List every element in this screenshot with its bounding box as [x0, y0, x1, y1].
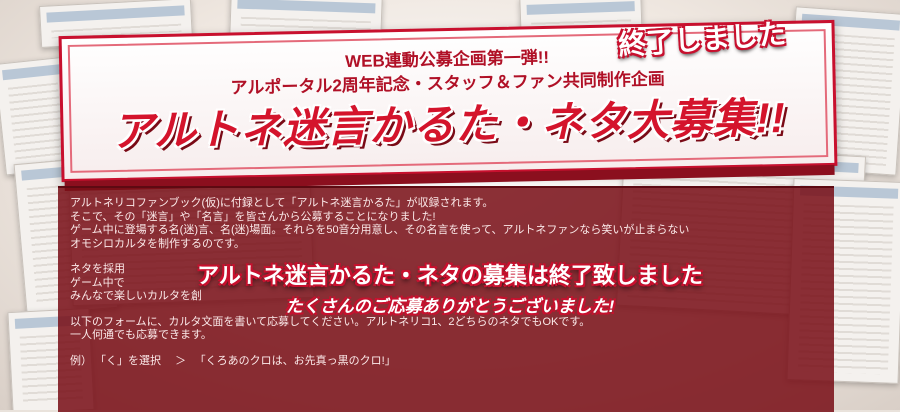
- info-line: そこで、その「迷言」や「名言」を皆さんから公募することになりました!: [70, 210, 436, 223]
- info-line: 以下のフォームに、カルタ文面を書いて応募してください。アルトネリコ1、2どちらの…: [70, 315, 591, 328]
- closed-notice-title: アルトネ迷言かるた・ネタの募集は終了致しました: [197, 263, 703, 288]
- info-line: ゲーム中に登場する名(迷)言、名(迷)場面。それらを50音分用意し、その名言を使…: [70, 224, 690, 236]
- closed-notice: アルトネ迷言かるた・ネタの募集は終了致しました たくさんのご応募ありがとうござい…: [0, 258, 900, 317]
- example-line: 例） 「く」を選択 ＞ 「くろあのクロは、お先真っ黒のクロ!」: [70, 354, 396, 367]
- info-line: 一人何通でも応募できます。: [70, 329, 212, 341]
- closed-notice-thanks: たくさんのご応募ありがとうございました!: [285, 297, 615, 316]
- info-line: アルトネリコファンブック(仮)に付録として「アルトネ迷言かるた」が収録されます。: [70, 197, 494, 209]
- info-line: オモシロカルタを制作するのです。: [70, 237, 245, 250]
